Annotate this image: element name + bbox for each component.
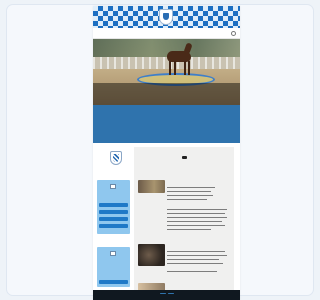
horse-leg: [174, 61, 176, 75]
header-banner: [93, 6, 240, 28]
website-preview[interactable]: [93, 6, 240, 300]
main-navigation: [93, 28, 240, 39]
news-column: [134, 147, 234, 297]
sidebar-button-1[interactable]: [99, 203, 128, 207]
content-area: [93, 143, 240, 300]
news-text-line: [167, 209, 227, 210]
camera-icon: [182, 156, 187, 159]
news-text-line: [167, 255, 227, 256]
calendar-icon: [110, 184, 116, 189]
news-text-line: [167, 187, 215, 188]
welcome-band: [93, 105, 240, 143]
news-text-line: [167, 263, 223, 264]
news-image[interactable]: [138, 244, 165, 266]
cookie-decline-button[interactable]: [167, 293, 174, 294]
hero-caption: [93, 83, 240, 105]
sidebar-button-5[interactable]: [99, 280, 128, 284]
cookie-banner: [93, 290, 240, 300]
news-text-line: [167, 195, 213, 196]
search-icon[interactable]: [231, 31, 236, 36]
sidebar-button-2[interactable]: [99, 210, 128, 214]
news-text-line: [167, 199, 207, 200]
sidebar-box: [97, 247, 130, 287]
news-text-line: [167, 251, 225, 252]
news-text-line: [167, 191, 211, 192]
sidebar-button-3[interactable]: [99, 217, 128, 221]
cookie-accept-button[interactable]: [159, 293, 166, 294]
news-text-line: [167, 225, 225, 226]
crest-icon: [110, 151, 122, 165]
cookie-buttons: [93, 293, 240, 294]
news-text-line: [167, 217, 227, 218]
news-text-line: [167, 221, 222, 222]
club-logo[interactable]: [159, 9, 173, 25]
news-text-line: [167, 229, 211, 230]
horse-leg: [169, 61, 171, 75]
news-image[interactable]: [138, 180, 165, 193]
hero-image: [93, 39, 240, 105]
horse-leg: [184, 61, 186, 75]
news-text-line: [167, 271, 217, 272]
info-icon: [110, 251, 116, 256]
horse-leg: [188, 61, 190, 75]
news-text-line: [167, 213, 225, 214]
news-text-line: [167, 259, 219, 260]
sidebar-box: [97, 180, 130, 234]
sidebar-button-4[interactable]: [99, 224, 128, 228]
